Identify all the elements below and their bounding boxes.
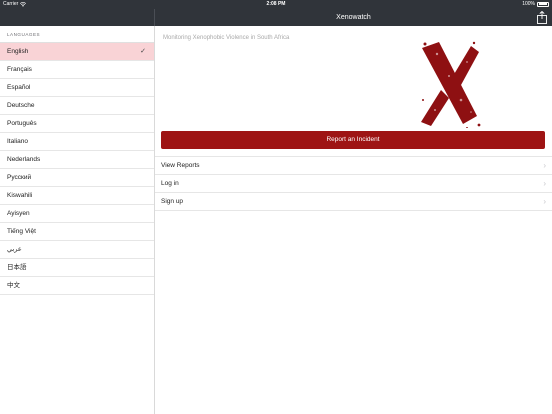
language-label: Nederlands xyxy=(7,156,41,163)
language-item[interactable]: Tiếng Việt xyxy=(0,223,154,241)
language-label: Tiếng Việt xyxy=(7,228,36,235)
language-item[interactable]: Deutsche xyxy=(0,97,154,115)
tagline: Monitoring Xenophobic Violence in South … xyxy=(163,35,290,41)
language-label: Deutsche xyxy=(7,102,35,109)
language-label: Kiswahili xyxy=(7,192,33,199)
menu-item-log-in[interactable]: Log in › xyxy=(155,175,552,193)
menu-item-label: Sign up xyxy=(161,198,184,205)
language-label: Português xyxy=(7,120,37,127)
language-label: Français xyxy=(7,66,32,73)
languages-sidebar: LANGUAGES English ✓ Français Español Deutsch… xyxy=(0,26,155,414)
report-incident-button[interactable]: Report an Incident xyxy=(161,131,545,149)
language-label: Русский xyxy=(7,174,32,181)
language-label: English xyxy=(7,48,29,55)
language-label: Ayisyen xyxy=(7,210,30,217)
language-item[interactable]: Kiswahili xyxy=(0,187,154,205)
x-logo-icon xyxy=(421,41,481,128)
menu-item-view-reports[interactable]: View Reports › xyxy=(155,157,552,175)
battery-indicator: 100% xyxy=(522,1,549,7)
language-label: عربي xyxy=(7,246,22,253)
navigation-bar: Xenowatch xyxy=(0,9,552,26)
status-time: 2:08 PM xyxy=(266,1,286,7)
language-item[interactable]: 日本語 xyxy=(0,259,154,277)
language-item[interactable]: Español xyxy=(0,79,154,97)
language-item[interactable]: English ✓ xyxy=(0,43,154,61)
language-item[interactable]: Português xyxy=(0,115,154,133)
section-header-languages: LANGUAGES xyxy=(7,32,41,37)
language-label: 中文 xyxy=(7,282,20,289)
language-item[interactable]: Italiano xyxy=(0,133,154,151)
language-label: Español xyxy=(7,84,31,91)
share-icon[interactable] xyxy=(536,11,548,24)
main-content: Monitoring Xenophobic Violence in South … xyxy=(155,26,552,414)
main-menu: View Reports › Log in › Sign up › xyxy=(155,156,552,211)
chevron-right-icon: › xyxy=(543,179,546,188)
menu-item-label: View Reports xyxy=(161,162,200,169)
menu-item-label: Log in xyxy=(161,180,179,187)
nav-title: Xenowatch xyxy=(336,14,371,21)
menu-item-sign-up[interactable]: Sign up › xyxy=(155,193,552,211)
language-item[interactable]: Ayisyen xyxy=(0,205,154,223)
language-item[interactable]: 中文 xyxy=(0,277,154,295)
language-list: English ✓ Français Español Deutsche Português… xyxy=(0,42,154,295)
chevron-right-icon: › xyxy=(543,197,546,206)
language-label: 日本語 xyxy=(7,264,27,271)
status-bar: Carrier 2:08 PM 100% xyxy=(0,0,552,9)
language-item[interactable]: Français xyxy=(0,61,154,79)
language-item[interactable]: Nederlands xyxy=(0,151,154,169)
language-item[interactable]: Русский xyxy=(0,169,154,187)
language-label: Italiano xyxy=(7,138,28,145)
battery-icon xyxy=(537,1,549,7)
battery-percent: 100% xyxy=(522,1,535,7)
language-item[interactable]: عربي xyxy=(0,241,154,259)
chevron-right-icon: › xyxy=(543,161,546,170)
checkmark-icon: ✓ xyxy=(140,48,146,55)
